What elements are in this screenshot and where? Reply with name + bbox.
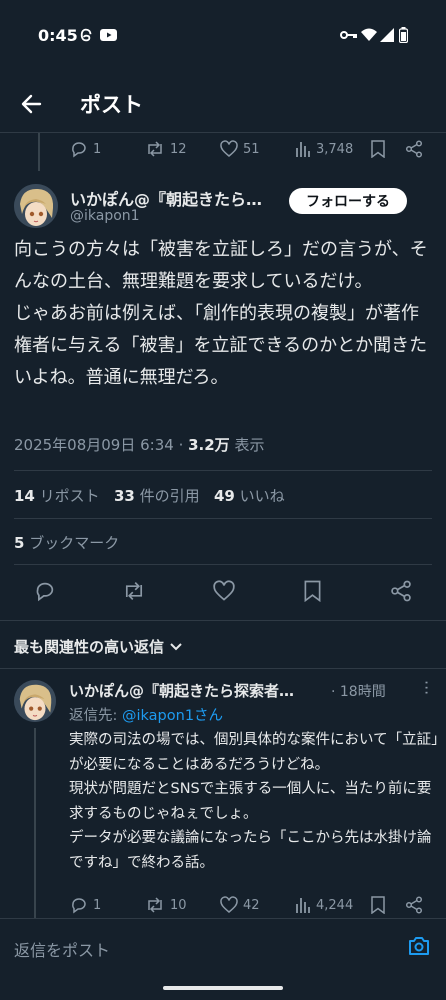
- reply-body: 実際の司法の場では、個別具体的な案件において「立証」が必要になることはあるだろう…: [69, 732, 439, 871]
- sort-divider: [0, 668, 446, 669]
- likes-stat[interactable]: 49 いいね: [214, 487, 285, 505]
- views-icon: [296, 142, 310, 157]
- reply-sort-label: 最も関連性の高い返信: [14, 638, 165, 656]
- share-button[interactable]: [390, 580, 412, 602]
- bookmark-button[interactable]: [303, 580, 322, 602]
- status-time: 0:45: [38, 26, 78, 45]
- reply-repost-count: 10: [170, 897, 187, 913]
- thread-line: [38, 133, 40, 171]
- like-button[interactable]: [213, 580, 235, 602]
- post-meta: 2025年08月09日 6:34 · 3.2万 表示: [14, 434, 264, 455]
- reply-author-name[interactable]: いかぽん@『朝起きたら探索者…: [69, 680, 294, 701]
- bookmarks-label: ブックマーク: [29, 534, 120, 552]
- reply-avatar[interactable]: [14, 680, 56, 722]
- prev-views-button[interactable]: 3,748: [295, 140, 353, 158]
- likes-label: いいね: [239, 487, 285, 505]
- bookmark-icon: [304, 580, 321, 602]
- reply-reply-button[interactable]: 1: [70, 896, 101, 914]
- reply-icon: [36, 582, 54, 602]
- post-views-label: 表示: [229, 436, 265, 454]
- share-icon[interactable]: [405, 896, 423, 914]
- vpn-key-icon: [340, 30, 358, 40]
- quotes-stat[interactable]: 33 件の引用: [114, 487, 200, 505]
- reply-icon: [72, 142, 86, 158]
- reply-reply-count: 1: [93, 897, 102, 913]
- heart-icon: [220, 140, 238, 157]
- reply-to-prefix: 返信先:: [69, 708, 122, 724]
- prev-like-button[interactable]: 51: [220, 140, 260, 158]
- avatar[interactable]: [14, 184, 58, 228]
- bookmark-icon[interactable]: [370, 140, 386, 158]
- wifi-icon: [361, 28, 377, 42]
- bookmarks-count: 5: [14, 534, 25, 552]
- prev-repost-count: 12: [170, 141, 187, 157]
- views-icon: [296, 898, 310, 913]
- reply-like-count: 42: [243, 897, 260, 913]
- compose-input[interactable]: 返信をポスト: [14, 937, 110, 961]
- post-views-count: 3.2万: [188, 436, 230, 454]
- reply-repost-button[interactable]: 10: [145, 896, 187, 914]
- reply-like-button[interactable]: 42: [220, 896, 260, 914]
- page-title: ポスト: [80, 93, 143, 117]
- repost-icon: [148, 141, 162, 157]
- reply-sort-dropdown[interactable]: 最も関連性の高い返信: [14, 636, 182, 657]
- reply-views-button[interactable]: 4,244: [295, 896, 353, 914]
- back-arrow-icon[interactable]: [18, 90, 46, 118]
- follow-button[interactable]: フォローする: [289, 188, 407, 214]
- stats-divider-mid: [14, 518, 432, 519]
- more-options-icon[interactable]: ···: [417, 680, 436, 695]
- stats-divider-bottom: [14, 564, 432, 565]
- bookmarks-stat[interactable]: 5 ブックマーク: [14, 532, 119, 553]
- repost-button[interactable]: [122, 580, 146, 602]
- reply-button[interactable]: [34, 580, 56, 602]
- threads-icon: [78, 26, 94, 44]
- reply-time: · 18時間: [331, 684, 386, 700]
- signal-icon: [380, 28, 394, 42]
- home-indicator[interactable]: [163, 986, 283, 990]
- post-timestamp[interactable]: 2025年08月09日 6:34 ·: [14, 436, 188, 454]
- youtube-icon: [100, 29, 117, 41]
- quotes-label: 件の引用: [139, 487, 200, 505]
- prev-reply-button[interactable]: 1: [70, 140, 101, 158]
- post-author-name[interactable]: いかぽん@『朝起きたら…: [70, 186, 262, 210]
- compose-bar: 返信をポスト: [0, 918, 446, 978]
- reposts-count: 14: [14, 487, 35, 505]
- actions-divider: [0, 620, 446, 621]
- repost-icon: [125, 582, 143, 600]
- repost-icon: [148, 897, 162, 913]
- thread-line: [34, 728, 36, 918]
- share-icon[interactable]: [405, 140, 423, 158]
- prev-views-count: 3,748: [316, 141, 354, 157]
- battery-icon: [399, 27, 408, 43]
- prev-reply-count: 1: [93, 141, 102, 157]
- share-icon: [391, 580, 411, 602]
- heart-icon: [213, 580, 235, 601]
- post-handle[interactable]: @ikapon1: [70, 208, 140, 224]
- prev-like-count: 51: [243, 141, 260, 157]
- likes-count: 49: [213, 487, 235, 505]
- reposts-stat[interactable]: 14 リポスト: [14, 487, 100, 505]
- stats-divider-top: [14, 470, 432, 471]
- engagement-stats: 14 リポスト 33 件の引用 49 いいね: [14, 485, 285, 506]
- prev-repost-button[interactable]: 12: [145, 140, 187, 158]
- bookmark-icon[interactable]: [370, 896, 386, 914]
- reply-to-handle[interactable]: @ikapon1さん: [122, 708, 223, 724]
- status-bar: 0:45: [0, 0, 446, 70]
- chevron-down-icon: [170, 642, 182, 650]
- post-body: 向こうの方々は「被害を立証しろ」だの言うが、そんなの土台、無理難題を要求している…: [14, 239, 428, 388]
- camera-icon[interactable]: [408, 936, 430, 956]
- reply-views-count: 4,244: [316, 897, 354, 913]
- reposts-label: リポスト: [39, 487, 100, 505]
- header-divider: [0, 132, 446, 133]
- quotes-count: 33: [113, 487, 135, 505]
- reply-icon: [72, 898, 86, 914]
- reply-to-line: 返信先: @ikapon1さん: [69, 704, 223, 725]
- heart-icon: [220, 896, 238, 913]
